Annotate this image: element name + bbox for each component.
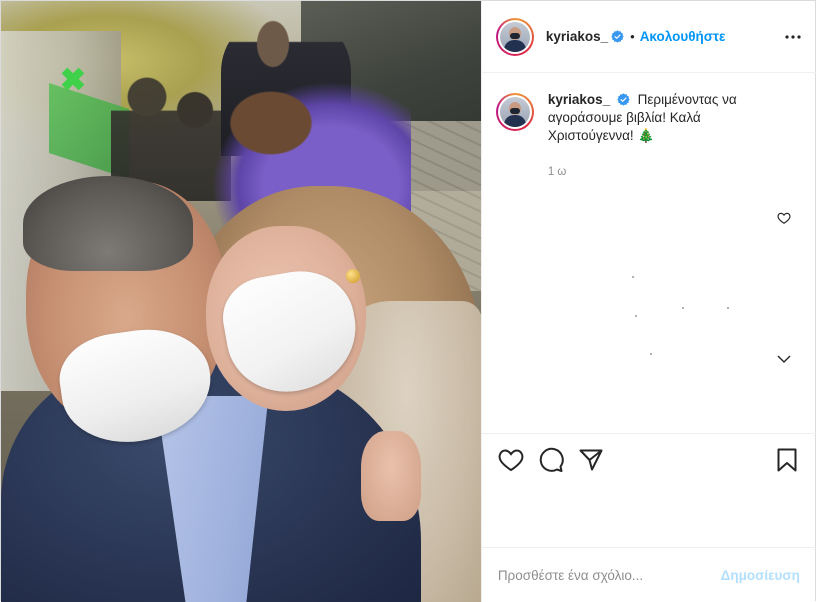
caption-text-block: kyriakos_ Περιμένοντας να αγοράσουμε βιβ…	[548, 91, 768, 145]
rendering-artifact	[681, 307, 684, 309]
header-username[interactable]: kyriakos_	[546, 29, 608, 44]
save-button[interactable]	[774, 447, 800, 473]
comment-button[interactable]	[538, 447, 564, 473]
post-side-panel: kyriakos_ • Ακολουθήστε kyriakos_ Περιμέ…	[480, 1, 816, 602]
like-button[interactable]	[498, 447, 524, 473]
photo-girl-earring	[346, 269, 360, 283]
header-separator: •	[630, 29, 635, 44]
more-horizontal-icon[interactable]	[784, 28, 802, 46]
post-photo[interactable]	[1, 1, 481, 602]
verified-badge-icon	[611, 30, 624, 43]
rendering-artifact	[631, 276, 634, 278]
chevron-down-icon[interactable]	[776, 353, 792, 365]
photo-girl-hand	[361, 431, 421, 521]
comment-like-heart-icon[interactable]	[777, 211, 791, 225]
post-comment-button[interactable]: Δημοσίευση	[721, 568, 800, 583]
avatar	[499, 21, 530, 52]
christmas-tree-emoji: 🎄	[637, 128, 655, 143]
comment-input[interactable]	[497, 567, 721, 583]
post-header: kyriakos_ • Ακολουθήστε	[481, 1, 816, 73]
share-icon	[579, 449, 603, 471]
rendering-artifact	[634, 315, 637, 317]
add-comment-bar: Δημοσίευση	[481, 547, 816, 602]
pharmacy-cross-icon	[61, 67, 85, 91]
caption-avatar[interactable]	[495, 93, 534, 131]
post-caption: kyriakos_ Περιμένοντας να αγοράσουμε βιβ…	[495, 91, 796, 145]
post-time[interactable]: 1 ω	[548, 166, 567, 178]
follow-button[interactable]: Ακολουθήστε	[640, 29, 726, 44]
share-button[interactable]	[578, 447, 604, 473]
verified-badge-icon	[617, 93, 630, 106]
photo-man-hair	[23, 176, 193, 271]
rendering-artifact	[649, 353, 652, 355]
header-avatar[interactable]	[495, 17, 534, 56]
bookmark-icon	[777, 448, 797, 472]
avatar	[499, 97, 530, 127]
instagram-post: kyriakos_ • Ακολουθήστε kyriakos_ Περιμέ…	[0, 0, 816, 602]
caption-username[interactable]: kyriakos_	[548, 92, 610, 107]
comment-icon	[539, 447, 564, 472]
post-actions-bar	[481, 433, 816, 483]
rendering-artifact	[726, 307, 729, 309]
heart-icon	[498, 449, 524, 472]
